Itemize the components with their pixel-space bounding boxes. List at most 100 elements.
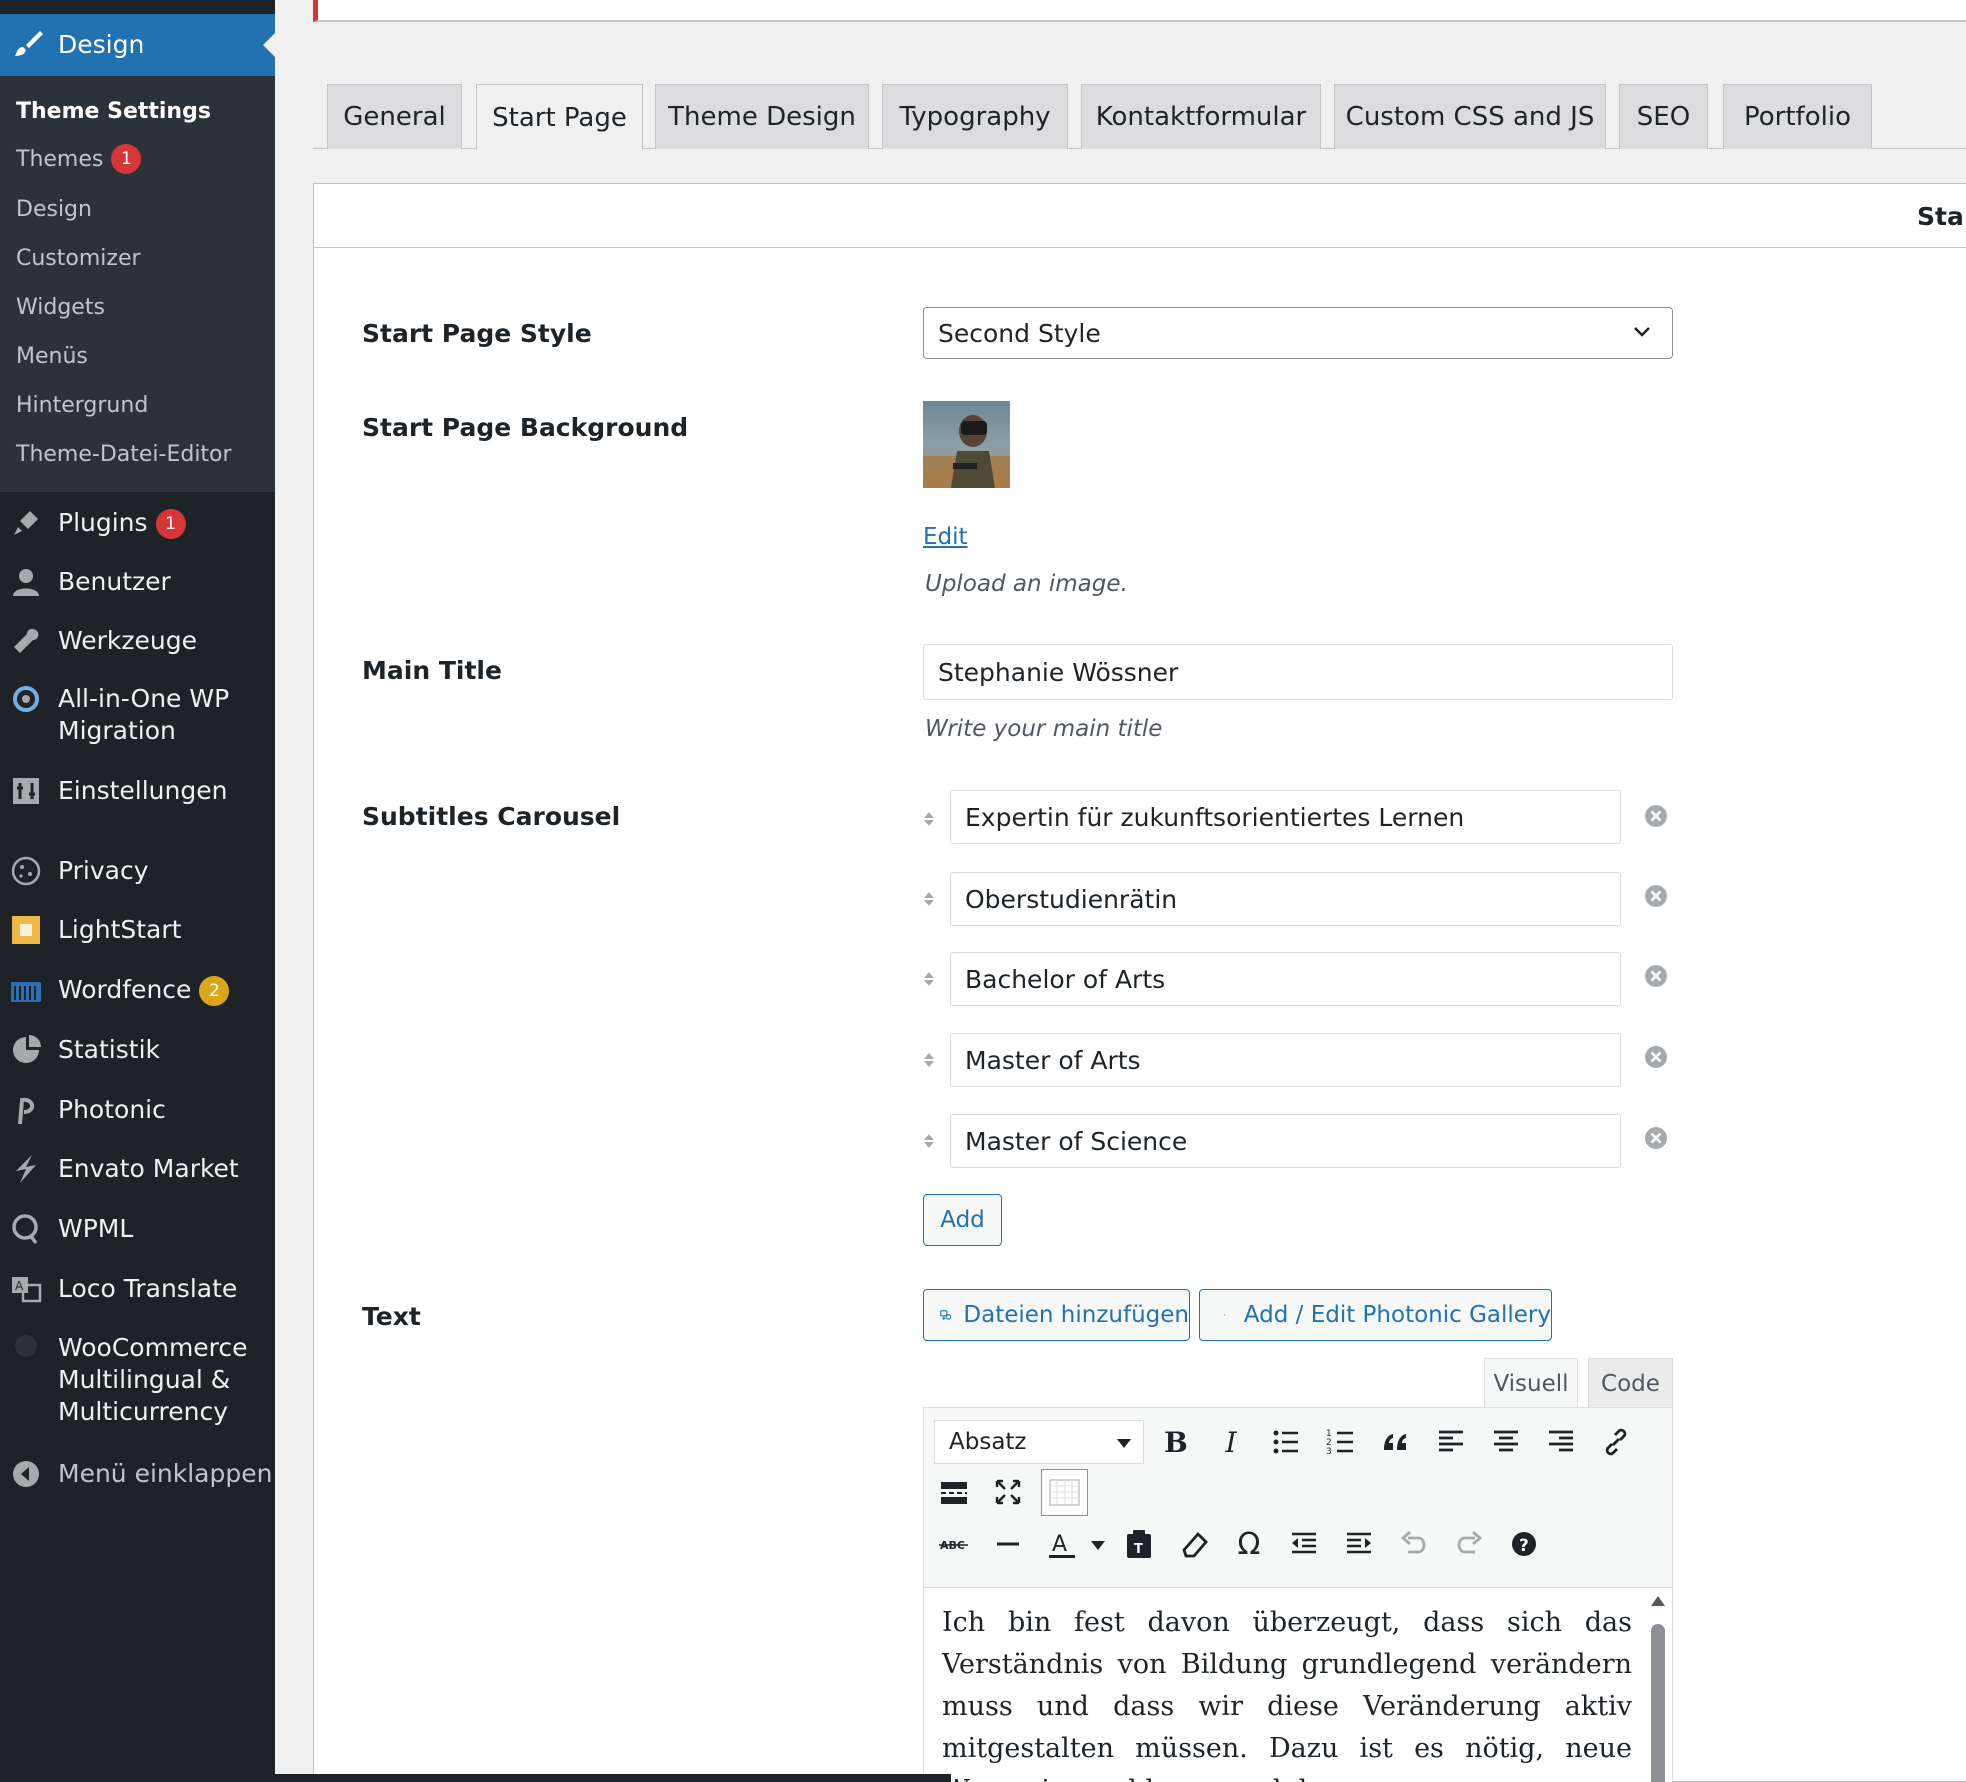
format-select[interactable]: Absatz — [934, 1420, 1144, 1464]
text-color-dropdown-icon[interactable] — [1091, 1541, 1105, 1550]
text-color-icon[interactable]: A — [1042, 1524, 1082, 1564]
toolbar-toggle-button[interactable] — [1041, 1469, 1088, 1516]
menu-item-plugins[interactable]: Plugins 1 — [0, 507, 275, 539]
start-page-style-select[interactable]: Second Style — [923, 307, 1673, 359]
user-icon — [13, 569, 39, 596]
link-icon[interactable] — [1596, 1422, 1636, 1462]
drag-handle-icon[interactable] — [923, 891, 935, 907]
wpml-icon — [12, 1214, 38, 1245]
menu-item-lightstart[interactable]: LightStart — [0, 914, 275, 946]
tab-start-page[interactable]: Start Page — [476, 84, 643, 150]
edit-background-link[interactable]: Edit — [923, 524, 968, 550]
horizontal-line-icon[interactable] — [988, 1524, 1028, 1564]
editor-content-area[interactable]: Ich bin fest davon überzeugt, dass sich … — [924, 1587, 1672, 1782]
add-subtitle-button[interactable]: Add — [923, 1194, 1002, 1246]
collapse-menu-button[interactable]: Menü einklappen — [0, 1458, 275, 1490]
menu-item-loco-translate[interactable]: A Loco Translate — [0, 1273, 275, 1305]
editor-scrollbar[interactable] — [1644, 1588, 1672, 1782]
remove-circle-icon[interactable] — [1644, 884, 1668, 908]
scrollbar-thumb[interactable] — [1651, 1624, 1665, 1782]
tab-typography[interactable]: Typography — [882, 84, 1068, 149]
submenu-theme-file-editor[interactable]: Theme-Datei-Editor — [16, 442, 232, 467]
fullscreen-icon[interactable] — [988, 1472, 1028, 1512]
strikethrough-icon[interactable]: ABC — [934, 1524, 974, 1564]
tab-seo[interactable]: SEO — [1619, 84, 1708, 149]
numbered-list-icon[interactable]: 123 — [1321, 1422, 1361, 1462]
menu-item-einstellungen[interactable]: Einstellungen — [0, 775, 275, 807]
subtitle-input-4[interactable]: Master of Arts — [950, 1033, 1621, 1087]
menu-item-privacy[interactable]: Privacy — [0, 855, 275, 887]
bullet-list-icon[interactable] — [1266, 1422, 1306, 1462]
menu-label-einstellungen: Einstellungen — [58, 776, 228, 805]
menu-item-wordfence[interactable]: Wordfence 2 — [0, 974, 275, 1006]
svg-text:A: A — [1052, 1532, 1067, 1557]
tab-visual[interactable]: Visuell — [1484, 1358, 1578, 1408]
omega-icon[interactable]: Ω — [1229, 1524, 1269, 1564]
tab-theme-design[interactable]: Theme Design — [655, 84, 869, 149]
paste-as-text-icon[interactable]: T — [1119, 1524, 1159, 1564]
themes-update-badge: 1 — [111, 144, 142, 174]
drag-handle-icon[interactable] — [923, 1133, 935, 1149]
menu-item-statistik[interactable]: Statistik — [0, 1034, 275, 1066]
photonic-gallery-button[interactable]: Add / Edit Photonic Gallery — [1199, 1289, 1552, 1341]
bold-icon[interactable]: B — [1156, 1422, 1196, 1462]
add-media-icon — [940, 1310, 952, 1320]
indent-icon[interactable] — [1339, 1524, 1379, 1564]
submenu-hintergrund[interactable]: Hintergrund — [16, 393, 148, 418]
drag-handle-icon[interactable] — [923, 1052, 935, 1068]
menu-item-benutzer[interactable]: Benutzer — [0, 566, 275, 598]
italic-icon[interactable]: I — [1211, 1422, 1251, 1462]
drag-handle-icon[interactable] — [923, 971, 935, 987]
tab-portfolio[interactable]: Portfolio — [1723, 84, 1872, 149]
remove-circle-icon[interactable] — [1644, 964, 1668, 988]
align-right-icon[interactable] — [1541, 1422, 1581, 1462]
scroll-up-icon[interactable] — [1651, 1596, 1665, 1606]
tab-kontaktformular[interactable]: Kontaktformular — [1081, 84, 1321, 149]
main-title-input[interactable]: Stephanie Wössner — [923, 644, 1673, 700]
menu-label-privacy: Privacy — [58, 856, 149, 885]
photonic-icon — [18, 1097, 34, 1125]
cookie-icon — [11, 856, 41, 886]
subtitle-input-3[interactable]: Bachelor of Arts — [950, 952, 1621, 1006]
align-left-icon[interactable] — [1431, 1422, 1471, 1462]
tab-general[interactable]: General — [327, 84, 462, 149]
submenu-widgets[interactable]: Widgets — [16, 295, 105, 320]
subtitle-input-2[interactable]: Oberstudienrätin — [950, 872, 1621, 926]
subtitle-input-5[interactable]: Master of Science — [950, 1114, 1621, 1168]
subtitle-input-1[interactable]: Expertin für zukunftsorientiertes Lernen — [950, 790, 1621, 844]
menu-item-all-in-one-migration[interactable]: All-in-One WP Migration — [0, 683, 275, 747]
submenu-menus[interactable]: Menüs — [16, 344, 88, 369]
tab-code[interactable]: Code — [1588, 1358, 1673, 1408]
menu-label-wordfence: Wordfence — [58, 975, 192, 1004]
remove-circle-icon[interactable] — [1644, 1126, 1668, 1150]
undo-icon[interactable] — [1394, 1524, 1434, 1564]
redo-icon[interactable] — [1449, 1524, 1489, 1564]
blockquote-icon[interactable] — [1376, 1422, 1416, 1462]
menu-item-woocommerce-multilingual[interactable]: WooCommerce Multilingual & Multicurrency — [0, 1332, 275, 1428]
drag-handle-icon[interactable] — [923, 811, 935, 827]
submenu-design[interactable]: Design — [16, 197, 92, 222]
settings-icon — [13, 778, 39, 804]
outdent-icon[interactable] — [1284, 1524, 1324, 1564]
add-media-button[interactable]: Dateien hinzufügen — [923, 1289, 1190, 1341]
submenu-theme-settings[interactable]: Theme Settings — [16, 99, 211, 124]
remove-circle-icon[interactable] — [1644, 804, 1668, 828]
clear-formatting-icon[interactable] — [1174, 1524, 1214, 1564]
horizontal-scrollbar[interactable] — [275, 1774, 951, 1782]
submenu-themes[interactable]: Themes 1 — [16, 144, 142, 174]
read-more-icon[interactable] — [934, 1472, 974, 1512]
menu-item-envato-market[interactable]: Envato Market — [0, 1153, 275, 1185]
tab-custom-css-js[interactable]: Custom CSS and JS — [1334, 84, 1606, 149]
remove-circle-icon[interactable] — [1644, 1045, 1668, 1069]
background-image-thumbnail[interactable] — [923, 401, 1010, 488]
align-center-icon[interactable] — [1486, 1422, 1526, 1462]
menu-item-werkzeuge[interactable]: Werkzeuge — [0, 625, 275, 657]
help-icon[interactable]: ? — [1504, 1524, 1544, 1564]
plugins-icon — [14, 511, 38, 535]
menu-item-design[interactable]: Design — [0, 14, 275, 76]
wordfence-icon — [11, 982, 41, 1002]
submenu-customizer[interactable]: Customizer — [16, 246, 141, 271]
format-select-value: Absatz — [949, 1429, 1027, 1455]
menu-item-photonic[interactable]: Photonic — [0, 1094, 275, 1126]
menu-item-wpml[interactable]: WPML — [0, 1213, 275, 1245]
